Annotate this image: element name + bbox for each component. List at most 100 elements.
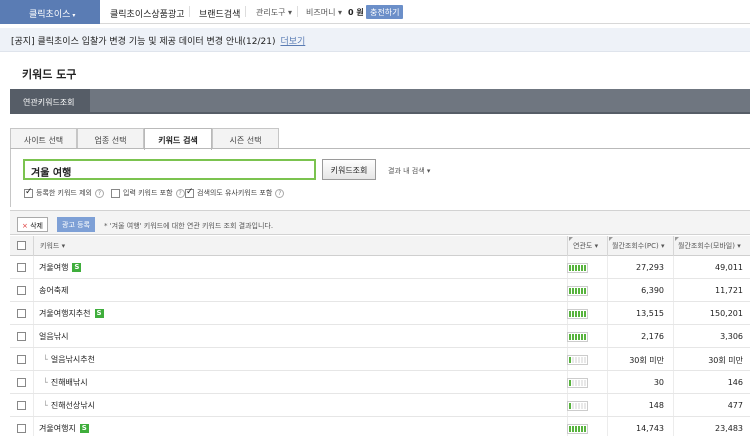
relevance-segment xyxy=(578,380,580,386)
relevance-bar xyxy=(567,286,588,296)
page-title: 키워드 도구 xyxy=(22,68,77,81)
tab-season-select[interactable]: 시즌 선택 xyxy=(212,128,279,149)
relevance-segment xyxy=(578,288,580,294)
col-keyword[interactable]: 키워드 ▾ xyxy=(40,241,65,251)
row-checkbox[interactable] xyxy=(17,332,26,341)
keyword-cell[interactable]: └ 얼음낚시추천 xyxy=(43,354,95,365)
nav-bizmoney[interactable]: 비즈머니 ▾ xyxy=(306,7,342,18)
relevance-segment xyxy=(581,380,583,386)
pc-count: 2,176 xyxy=(641,332,664,341)
row-checkbox[interactable] xyxy=(17,378,26,387)
relevance-segment xyxy=(575,334,577,340)
keyword-cell[interactable]: 겨울여행지추천 S xyxy=(39,308,104,319)
relevance-segment xyxy=(572,357,574,363)
result-search-label: 결과 내 검색 xyxy=(388,167,425,175)
pc-count: 14,743 xyxy=(636,424,664,433)
brand-label: 클릭초이스 xyxy=(29,10,71,20)
tab-site-select[interactable]: 사이트 선택 xyxy=(10,128,77,149)
sort-icon: ▾ xyxy=(737,242,741,250)
mobile-count: 23,483 xyxy=(715,424,743,433)
table-row[interactable]: └ 얼음낚시추천 30회 미만 30회 미만 xyxy=(10,348,750,371)
keyword-cell[interactable]: 송어축제 xyxy=(39,285,68,296)
relevance-segment xyxy=(578,426,580,432)
notice-more-link[interactable]: 더보기 xyxy=(280,37,305,47)
checkbox-include-similar[interactable] xyxy=(185,187,194,198)
checkbox-include-input[interactable] xyxy=(111,188,120,198)
row-checkbox[interactable] xyxy=(17,309,26,318)
col-pc-label: 월간조회수(PC) xyxy=(612,242,659,250)
option-label: 검색의도 유사키워드 포함 xyxy=(197,189,273,197)
table-row[interactable]: 얼음낚시 2,176 3,306 xyxy=(10,325,750,348)
table-row[interactable]: └ 진해배낚시 30 146 xyxy=(10,371,750,394)
relevance-segment xyxy=(569,265,571,271)
help-icon[interactable]: ? xyxy=(94,188,104,198)
select-all-checkbox[interactable] xyxy=(17,241,26,250)
relevance-segment xyxy=(569,288,571,294)
brand-menu[interactable]: 클릭초이스 ▾ xyxy=(0,0,100,24)
relevance-segment xyxy=(572,403,574,409)
caret-down-icon: ▾ xyxy=(288,8,293,17)
caret-down-icon: ▾ xyxy=(72,12,76,19)
sub-keyword-icon: └ xyxy=(43,355,48,364)
relevance-segment xyxy=(581,311,583,317)
keyword-search-button[interactable]: 키워드조회 xyxy=(322,159,376,180)
keyword-text: 얼음낚시 xyxy=(39,332,69,341)
nav-divider xyxy=(245,6,246,17)
tab-industry-select[interactable]: 업종 선택 xyxy=(77,128,144,149)
keyword-cell[interactable]: └ 진해선상낚시 xyxy=(43,400,95,411)
keyword-text: 얼음낚시추천 xyxy=(50,355,95,364)
table-row[interactable]: 겨울여행지추천 S 13,515 150,201 xyxy=(10,302,750,325)
tab-related-keywords[interactable]: 연관키워드조회 xyxy=(10,89,90,114)
col-pc[interactable]: 월간조회수(PC) ▾ xyxy=(612,241,665,251)
relevance-segment xyxy=(581,334,583,340)
row-checkbox[interactable] xyxy=(17,401,26,410)
col-mobile[interactable]: 월간조회수(모바일) ▾ xyxy=(678,241,741,251)
tab-keyword-search[interactable]: 키워드 검색 xyxy=(144,128,212,150)
delete-button[interactable]: × 삭제 xyxy=(17,217,48,232)
relevance-bar xyxy=(567,332,588,342)
column-divider xyxy=(567,236,568,256)
option-include-similar[interactable]: 검색의도 유사키워드 포함? xyxy=(185,187,285,198)
relevance-segment xyxy=(578,334,580,340)
table-row[interactable]: 겨울여행 S 27,293 49,011 xyxy=(10,256,750,279)
row-checkbox[interactable] xyxy=(17,424,26,433)
row-checkbox[interactable] xyxy=(17,263,26,272)
help-icon[interactable]: ? xyxy=(275,188,285,198)
option-include-input[interactable]: 입력 키워드 포함? xyxy=(111,188,185,198)
sort-icon: ▾ xyxy=(661,242,665,250)
charge-button[interactable]: 충전하기 xyxy=(366,5,404,19)
keyword-cell[interactable]: 겨울여행 S xyxy=(39,262,82,273)
relevance-bar xyxy=(567,309,588,319)
table-row[interactable]: └ 진해선상낚시 148 477 xyxy=(10,394,750,417)
keyword-cell[interactable]: └ 진해배낚시 xyxy=(43,377,88,388)
relevance-segment xyxy=(572,334,574,340)
register-ad-button[interactable]: 광고 등록 xyxy=(57,217,95,232)
help-icon[interactable]: ? xyxy=(175,188,185,198)
table-row[interactable]: 송어축제 6,390 11,721 xyxy=(10,279,750,302)
column-divider xyxy=(607,236,608,256)
row-checkbox[interactable] xyxy=(17,286,26,295)
pc-count: 13,515 xyxy=(636,309,664,318)
relevance-segment xyxy=(584,380,586,386)
relevance-segment xyxy=(581,288,583,294)
checkbox-exclude-registered[interactable] xyxy=(24,187,33,198)
result-search-dropdown[interactable]: 결과 내 검색 ▾ xyxy=(388,166,430,176)
sub-keyword-icon: └ xyxy=(43,378,48,387)
relevance-segment xyxy=(575,357,577,363)
keyword-cell[interactable]: 얼음낚시 xyxy=(39,331,68,342)
mobile-count: 150,201 xyxy=(709,309,743,318)
nav-product-ads[interactable]: 클릭초이스상품광고 xyxy=(110,7,185,20)
nav-brand-search[interactable]: 브랜드검색 xyxy=(199,7,240,20)
pc-count: 27,293 xyxy=(636,263,664,272)
keyword-search-input[interactable]: 겨울 여행 xyxy=(23,159,316,180)
nav-manage-tools[interactable]: 관리도구 ▾ xyxy=(256,7,292,18)
option-exclude-registered[interactable]: 등록한 키워드 제외? xyxy=(24,187,104,198)
mobile-count: 49,011 xyxy=(715,263,743,272)
row-checkbox[interactable] xyxy=(17,355,26,364)
col-relevance[interactable]: 연관도 ▾ xyxy=(573,241,598,251)
mobile-count: 30회 미만 xyxy=(708,356,743,365)
relevance-segment xyxy=(572,265,574,271)
table-row[interactable]: 겨울여행지 S 14,743 23,483 xyxy=(10,417,750,436)
keyword-cell[interactable]: 겨울여행지 S xyxy=(39,423,89,434)
col-mobile-label: 월간조회수(모바일) xyxy=(678,242,735,250)
